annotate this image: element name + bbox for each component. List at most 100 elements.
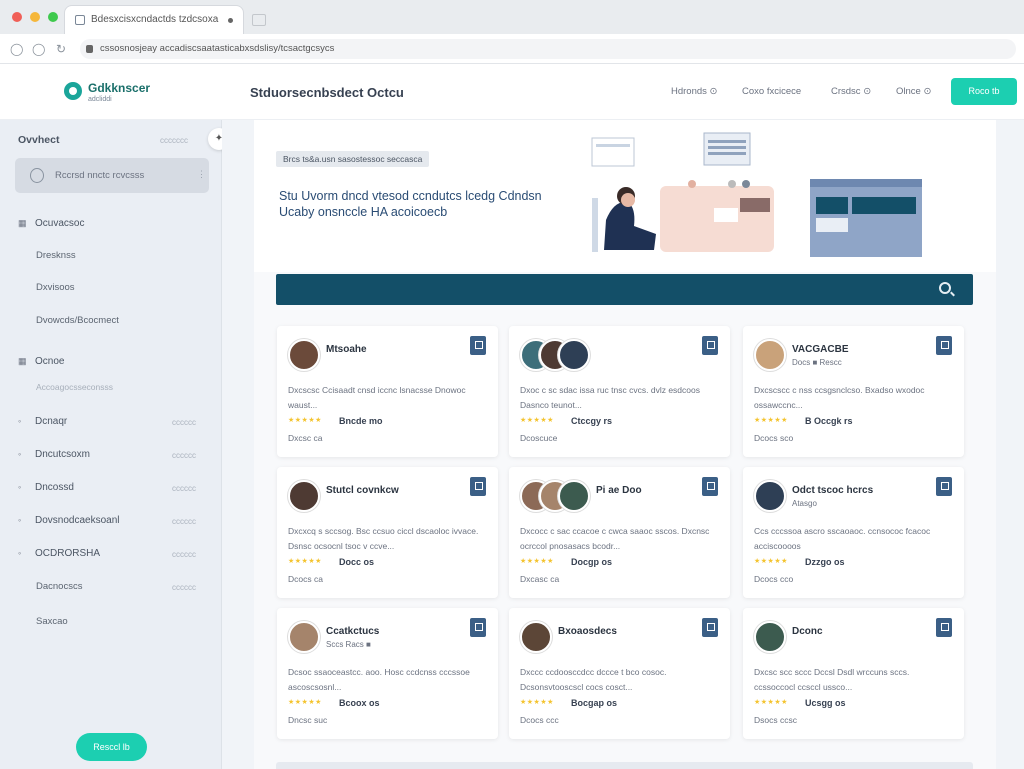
card-count: Dxcasc ca bbox=[520, 574, 560, 584]
card-name[interactable]: Ccatkctucs bbox=[326, 626, 379, 637]
profile-card[interactable]: VACGACBE Docs ■ Rescc Dxcscscc c nss ccsgs… bbox=[743, 326, 964, 457]
profile-card[interactable]: Bxoaosdecs Dxccc ccdoosccdcc dccce t bco … bbox=[509, 608, 730, 739]
new-tab-icon[interactable] bbox=[252, 14, 266, 26]
card-description: Dxcxcq s sccsog. Bsc ccsuo ciccl dscaolo… bbox=[288, 526, 479, 551]
rating-stars: ★★★★★ bbox=[288, 699, 322, 706]
sidebar-item-meta: cccccc bbox=[172, 550, 196, 559]
card-name[interactable]: Bxoaosdecs bbox=[558, 626, 617, 637]
sidebar-item-meta: cccccc bbox=[172, 484, 196, 493]
sidebar-item[interactable]: ◦ Dovsnodcaeksoanl bbox=[18, 515, 120, 526]
bookmark-icon[interactable] bbox=[936, 618, 952, 637]
sidebar-item-label: Dncossd bbox=[35, 482, 74, 493]
tab-title: Bdesxcisxcndactds tzdcsoxa bbox=[91, 14, 219, 25]
page-icon bbox=[75, 15, 85, 25]
page-title: Stduorsecnbsdect Octcu bbox=[250, 85, 404, 100]
address-bar-row: ◯ ◯ ↻ cssosnosjeay accadiscsaatasticabxs… bbox=[0, 34, 1024, 64]
card-description: Dcsoc ssaoceastcc. aoo. Hosc ccdcnss ccc… bbox=[288, 667, 470, 692]
url-field[interactable]: cssosnosjeay accadiscsaatasticabxsdslisy… bbox=[80, 39, 1016, 59]
avatar bbox=[754, 621, 786, 653]
avatar bbox=[288, 621, 320, 653]
card-count: Dcocs sco bbox=[754, 433, 794, 443]
sidebar-search[interactable]: Rccrsd nnctc rcvcsss ⋮ bbox=[15, 158, 209, 193]
sidebar-item[interactable]: ▦ Ocnoe bbox=[18, 356, 64, 367]
card-rating-label: Docgp os bbox=[571, 557, 613, 567]
browser-tab[interactable]: Bdesxcisxcndactds tzdcsoxa bbox=[64, 5, 244, 34]
search-icon bbox=[30, 168, 44, 183]
card-description: Dxcscscc c nss ccsgsnclcso. Bxadso wxodo… bbox=[754, 385, 925, 410]
card-count: Dcocs ccc bbox=[520, 715, 559, 725]
search-bar[interactable] bbox=[276, 274, 973, 305]
card-rating-label: Docc os bbox=[339, 557, 375, 567]
card-name[interactable]: Odct tscoc hcrcs bbox=[792, 485, 873, 496]
avatar bbox=[288, 480, 320, 512]
sidebar-item[interactable]: ◦ Dncossd bbox=[18, 482, 74, 493]
tab-close-icon[interactable] bbox=[228, 18, 233, 23]
back-icon[interactable]: ◯ bbox=[10, 42, 23, 56]
avatar bbox=[520, 621, 552, 653]
profile-card[interactable]: Dxoc c sc sdac issa ruc tnsc cvcs. dvlz … bbox=[509, 326, 730, 457]
sidebar-item[interactable]: Dxvisoos bbox=[36, 282, 75, 293]
profile-card[interactable]: Pi ae Doo Dxcocc c sac ccacoe c cwca saao… bbox=[509, 467, 730, 598]
card-name[interactable]: Dconc bbox=[792, 626, 823, 637]
card-name[interactable]: VACGACBE bbox=[792, 344, 848, 355]
sidebar-action-button[interactable]: Resccl lb bbox=[76, 733, 147, 761]
bookmark-icon[interactable] bbox=[702, 477, 718, 496]
card-name[interactable]: Stutcl covnkcw bbox=[326, 485, 399, 496]
bookmark-icon[interactable] bbox=[470, 618, 486, 637]
reload-icon[interactable]: ↻ bbox=[56, 42, 66, 56]
card-tag: Docs ■ Rescc bbox=[792, 358, 842, 367]
card-rating-label: B Occgk rs bbox=[805, 416, 853, 426]
sidebar-item[interactable]: ▦ Ocuvacsoc bbox=[18, 218, 84, 229]
sidebar: Ovvhect ccccccc ✦ Rccrsd nnctc rcvcsss ⋮… bbox=[0, 120, 230, 769]
nav-link-1[interactable]: Hdronds ⊙ bbox=[671, 86, 718, 97]
sidebar-item-label: Dovsnodcaeksoanl bbox=[35, 515, 120, 526]
logo-icon[interactable] bbox=[64, 82, 82, 100]
nav-link-3[interactable]: Crsdsc ⊙ bbox=[831, 86, 871, 97]
profile-card[interactable]: Ccatkctucs Sccs Racs ■ Dcsoc ssaoceastcc. … bbox=[277, 608, 498, 739]
card-name[interactable]: Pi ae Doo bbox=[596, 485, 642, 496]
bookmark-icon[interactable] bbox=[470, 336, 486, 355]
maximize-window-icon[interactable] bbox=[48, 12, 58, 22]
sidebar-item[interactable]: Dresknss bbox=[36, 250, 76, 261]
bookmark-icon[interactable] bbox=[936, 336, 952, 355]
bookmark-icon[interactable] bbox=[470, 477, 486, 496]
url-text: cssosnosjeay accadiscsaatasticabxsdslisy… bbox=[100, 43, 335, 54]
search-icon[interactable] bbox=[939, 282, 951, 294]
rating-stars: ★★★★★ bbox=[288, 417, 322, 424]
nav-item-icon: ◦ bbox=[18, 548, 22, 558]
nav-item-icon: ▦ bbox=[18, 356, 27, 366]
profile-card[interactable]: Odct tscoc hcrcs Atasgo Ccs cccssoa ascro … bbox=[743, 467, 964, 598]
card-name[interactable]: Mtsoahe bbox=[326, 344, 367, 355]
nav-link-2[interactable]: Coxo fxcicece bbox=[742, 86, 801, 97]
close-window-icon[interactable] bbox=[12, 12, 22, 22]
profile-card[interactable]: Mtsoahe Dxcscsc Ccisaadt cnsd iccnc lsnac… bbox=[277, 326, 498, 457]
more-icon[interactable]: ⋮ bbox=[197, 169, 206, 180]
sidebar-item[interactable]: ◦ OCDRORSHA bbox=[18, 548, 100, 559]
sidebar-item[interactable]: Dacnocscs bbox=[36, 581, 82, 592]
card-count: Dcoscuce bbox=[520, 433, 558, 443]
sidebar-item[interactable]: ◦ Dcnaqr bbox=[18, 416, 67, 427]
sidebar-item[interactable]: Accoagocsseconsss bbox=[36, 382, 113, 392]
sidebar-item[interactable]: Dvowcds/Bcocmect bbox=[36, 315, 119, 326]
bookmark-icon[interactable] bbox=[702, 618, 718, 637]
avatar bbox=[558, 480, 590, 512]
content-panel: Brcs ts&a.usn sasostessoc seccasca Stu U… bbox=[254, 120, 996, 769]
profile-card[interactable]: Stutcl covnkcw Dxcxcq s sccsog. Bsc ccsuo… bbox=[277, 467, 498, 598]
sidebar-item-label: Accoagocsseconsss bbox=[36, 382, 114, 392]
profile-card[interactable]: Dconc Dxcsc scc sccc Dccsl Dsdl wrccuns s… bbox=[743, 608, 964, 739]
sidebar-item-label: Dvowcds/Bcocmect bbox=[36, 315, 119, 326]
logo-subtitle: adcliddi bbox=[88, 96, 112, 103]
sidebar-item[interactable]: Saxcao bbox=[36, 616, 68, 627]
card-description: Dxcscsc Ccisaadt cnsd iccnc lsnacsse Dno… bbox=[288, 385, 466, 410]
card-rating-label: Bcoox os bbox=[339, 698, 380, 708]
nav-link-4[interactable]: Olnce ⊙ bbox=[896, 86, 931, 97]
header-cta-button[interactable]: Roco tb bbox=[951, 78, 1017, 105]
sidebar-item-label: Ocnoe bbox=[35, 356, 65, 367]
sidebar-item[interactable]: ◦ Dncutcsoxm bbox=[18, 449, 90, 460]
bookmark-icon[interactable] bbox=[936, 477, 952, 496]
forward-icon[interactable]: ◯ bbox=[32, 42, 45, 56]
bookmark-icon[interactable] bbox=[702, 336, 718, 355]
minimize-window-icon[interactable] bbox=[30, 12, 40, 22]
sidebar-item-meta: cccccc bbox=[172, 418, 196, 427]
logo-name[interactable]: Gdkknscer bbox=[88, 81, 150, 95]
